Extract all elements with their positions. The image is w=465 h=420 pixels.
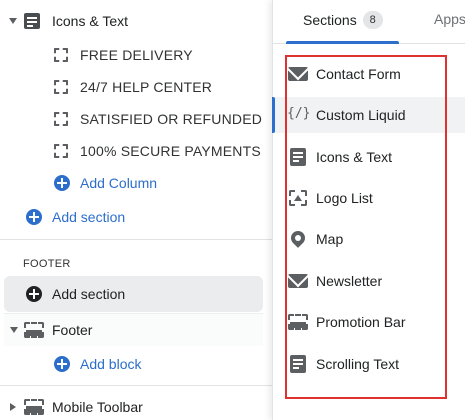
add-section-label: Add section (52, 209, 126, 225)
section-option-label: Icons & Text (316, 149, 393, 165)
tab-apps[interactable]: Apps (434, 11, 465, 27)
section-option-label: Newsletter (316, 273, 383, 289)
add-section-button[interactable]: Add section (0, 201, 272, 233)
tab-sections[interactable]: Sections 8 (303, 11, 383, 29)
document-icon (24, 13, 40, 29)
block-item[interactable]: SATISFIED OR REFUNDED (0, 103, 272, 135)
divider (0, 239, 272, 240)
block-label: FREE DELIVERY (80, 47, 193, 63)
logo-list-icon (289, 190, 307, 206)
block-label: 100% SECURE PAYMENTS (80, 143, 261, 159)
active-tab-indicator (286, 41, 399, 44)
footer-group-heading: FOOTER (23, 258, 71, 270)
mobile-toolbar-icon (24, 399, 44, 415)
section-mobile-toolbar[interactable]: Mobile Toolbar (0, 391, 272, 420)
section-option-map[interactable]: Map (272, 221, 465, 257)
section-option-label: Map (316, 231, 344, 247)
chevron-down-icon[interactable] (10, 327, 18, 333)
section-footer[interactable]: Footer (4, 314, 263, 346)
divider (0, 385, 272, 386)
block-item[interactable]: 100% SECURE PAYMENTS (0, 135, 272, 167)
footer-add-section-button[interactable]: Add section (0, 278, 272, 310)
add-column-label: Add Column (80, 175, 158, 191)
section-label: Mobile Toolbar (52, 399, 143, 415)
tab-label: Apps (434, 11, 465, 27)
add-section-label: Add section (52, 286, 126, 302)
envelope-icon (288, 274, 308, 288)
section-option-newsletter[interactable]: Newsletter (272, 263, 465, 299)
theme-editor-sidebar: Icons & Text FREE DELIVERY 24/7 HELP CEN… (0, 0, 272, 420)
section-option-label: Scrolling Text (316, 356, 400, 372)
plus-circle-icon (54, 356, 70, 372)
section-label: Icons & Text (52, 13, 129, 29)
block-icon (54, 80, 68, 94)
section-option-label: Contact Form (316, 66, 401, 82)
block-icon (54, 144, 68, 158)
add-column-button[interactable]: Add Column (0, 167, 272, 199)
plus-circle-icon (26, 209, 42, 225)
block-label: 24/7 HELP CENTER (80, 79, 213, 95)
tab-label: Sections (303, 12, 357, 28)
section-option-logo-list[interactable]: Logo List (272, 180, 465, 216)
block-item[interactable]: 24/7 HELP CENTER (0, 71, 272, 103)
map-pin-icon (288, 228, 308, 248)
plus-circle-icon (26, 286, 42, 302)
plus-circle-icon (54, 175, 70, 191)
footer-icon (24, 322, 44, 338)
chevron-down-icon[interactable] (9, 18, 17, 24)
envelope-icon (288, 67, 308, 81)
chevron-right-icon[interactable] (10, 403, 16, 411)
section-label: Footer (52, 322, 93, 338)
section-icons-and-text[interactable]: Icons & Text (0, 5, 272, 37)
count-badge: 8 (362, 11, 383, 29)
block-icon (54, 48, 68, 62)
section-option-contact-form[interactable]: Contact Form (272, 56, 465, 92)
section-option-icons-and-text[interactable]: Icons & Text (272, 139, 465, 175)
document-icon (290, 355, 306, 373)
section-option-scrolling-text[interactable]: Scrolling Text (272, 346, 465, 382)
section-option-label: Custom Liquid (316, 107, 406, 123)
code-icon: {/} (287, 106, 311, 121)
section-option-label: Promotion Bar (316, 314, 406, 330)
section-option-custom-liquid[interactable]: {/} Custom Liquid (272, 97, 465, 133)
section-option-promotion-bar[interactable]: Promotion Bar (272, 304, 465, 340)
add-block-label: Add block (80, 356, 142, 372)
section-option-label: Logo List (316, 190, 373, 206)
popover-tabs: Sections 8 Apps (273, 0, 465, 44)
block-label: SATISFIED OR REFUNDED (80, 111, 263, 127)
document-icon (290, 148, 306, 166)
promotion-bar-icon (288, 314, 308, 330)
block-item[interactable]: FREE DELIVERY (0, 39, 272, 71)
block-icon (54, 112, 68, 126)
add-block-button[interactable]: Add block (0, 348, 272, 380)
